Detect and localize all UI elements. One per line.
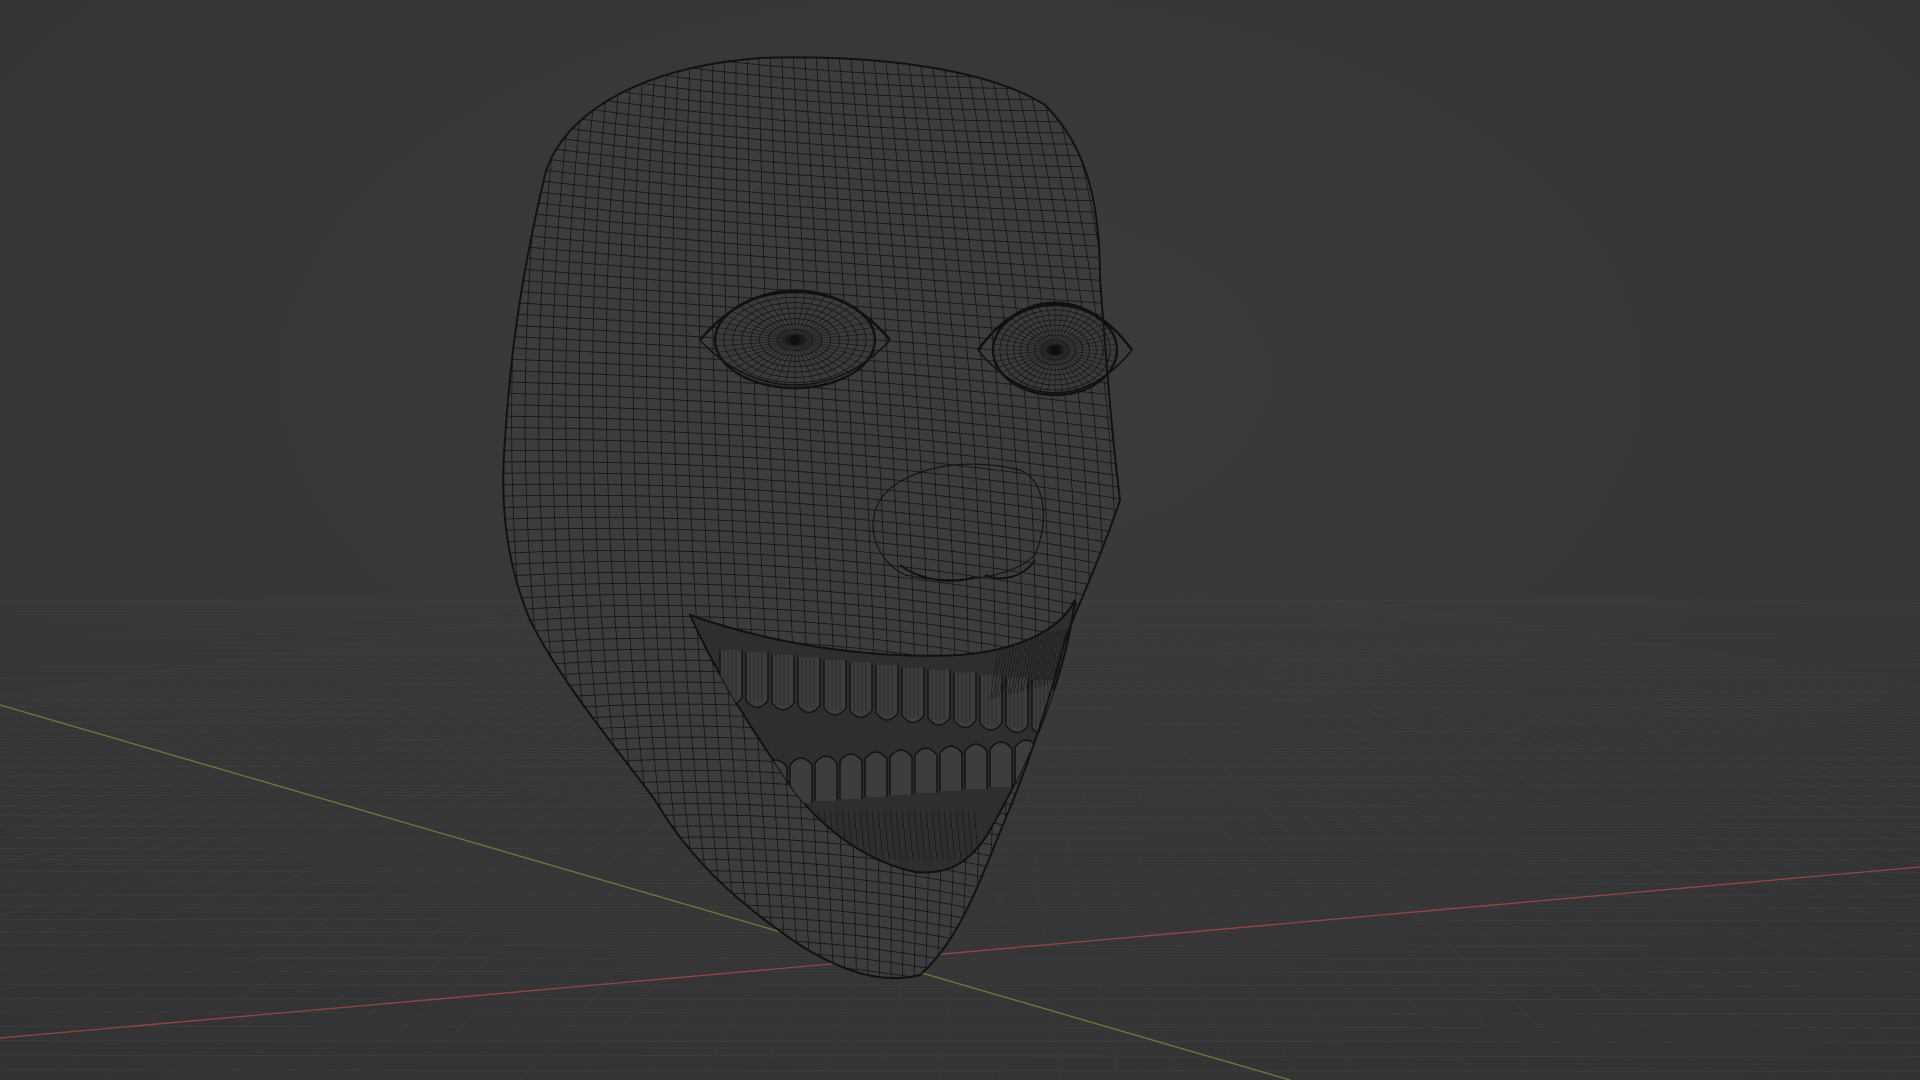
viewport-canvas[interactable] <box>0 0 1920 1080</box>
3d-viewport[interactable] <box>0 0 1920 1080</box>
